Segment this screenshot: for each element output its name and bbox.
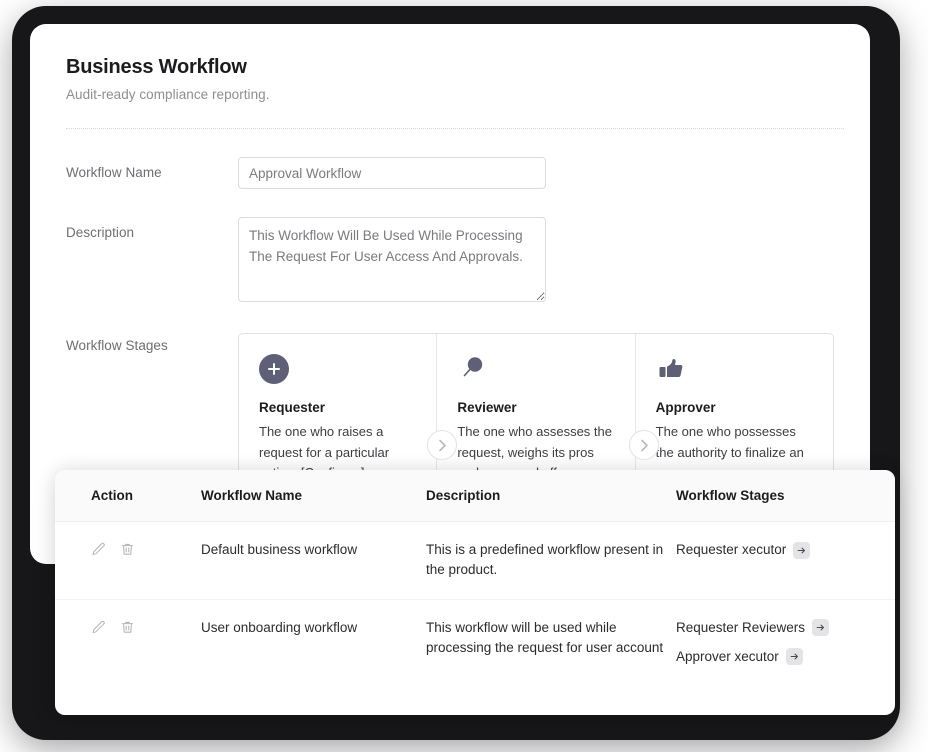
form-row-workflow-name: Workflow Name [66,157,834,189]
column-header-action: Action [55,470,201,522]
arrow-right-icon[interactable] [812,619,829,636]
header-divider [66,128,844,129]
stage-chip-label: Requester Reviewers [676,618,805,638]
chevron-right-icon[interactable] [427,430,457,460]
row-workflow-name: Default business workflow [201,522,426,600]
form-row-description: Description [66,217,834,302]
column-header-description: Description [426,470,676,522]
plus-circle-icon [259,354,289,384]
thumbs-up-icon [656,354,686,384]
workflow-stages-label: Workflow Stages [66,333,238,353]
stage-chip-label: Requester xecutor [676,540,786,560]
table-row[interactable]: User onboarding workflow This workflow w… [55,599,895,685]
workflow-table: Action Workflow Name Description Workflo… [55,470,895,685]
workflow-table-panel: Action Workflow Name Description Workflo… [55,470,895,715]
magnifier-icon [457,354,487,384]
delete-trash-icon[interactable] [120,542,135,557]
stage-chip[interactable]: Requester xecutor [676,540,895,560]
table-body: Default business workflow This is a pred… [55,522,895,686]
page-subtitle: Audit-ready compliance reporting. [66,87,834,102]
stage-chip[interactable]: Approver xecutor [676,647,895,667]
page-title: Business Workflow [66,56,834,79]
row-actions-cell [55,522,201,600]
row-workflow-name: User onboarding workflow [201,599,426,685]
table-header-row: Action Workflow Name Description Workflo… [55,470,895,522]
table-header: Action Workflow Name Description Workflo… [55,470,895,522]
stage-name: Approver [656,400,813,415]
stage-chip[interactable]: Requester Reviewers [676,618,895,638]
row-workflow-stages: Requester xecutor [676,522,895,600]
column-header-workflow-stages: Workflow Stages [676,470,895,522]
chevron-right-icon[interactable] [629,430,659,460]
arrow-right-icon[interactable] [793,542,810,559]
stage-chip-label: Approver xecutor [676,647,779,667]
edit-pencil-icon[interactable] [91,542,106,557]
description-textarea[interactable] [238,217,546,302]
workflow-name-input[interactable] [238,157,546,189]
row-description: This is a predefined workflow present in… [426,522,676,600]
arrow-right-icon[interactable] [786,648,803,665]
stage-description: The one who possesses the authority to f… [656,422,813,463]
edit-pencil-icon[interactable] [91,620,106,635]
workflow-name-label: Workflow Name [66,157,238,180]
row-description: This workflow will be used while process… [426,599,676,685]
description-label: Description [66,217,238,240]
column-header-workflow-name: Workflow Name [201,470,426,522]
row-actions-cell [55,599,201,685]
stage-name: Requester [259,400,416,415]
stage-name: Reviewer [457,400,614,415]
table-row[interactable]: Default business workflow This is a pred… [55,522,895,600]
row-workflow-stages: Requester Reviewers Approver xecutor [676,599,895,685]
delete-trash-icon[interactable] [120,620,135,635]
